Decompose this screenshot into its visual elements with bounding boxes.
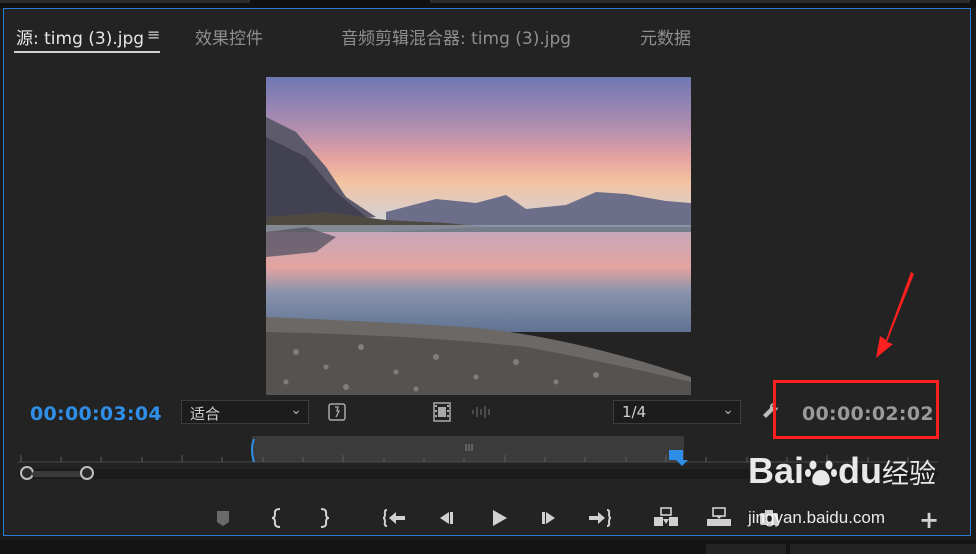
go-to-in-icon[interactable] xyxy=(381,505,407,531)
mark-out-icon[interactable] xyxy=(311,505,337,531)
overwrite-icon[interactable] xyxy=(705,505,731,531)
settings-bracket-icon[interactable] xyxy=(327,402,347,422)
chevron-down-icon: ⌄ xyxy=(290,402,302,418)
baidu-jingyan-watermark: Bai du经验 jingyan.baidu.com xyxy=(748,450,937,527)
step-forward-icon[interactable] xyxy=(537,505,563,531)
add-marker-icon[interactable] xyxy=(210,505,236,531)
watermark-cn: 经验 xyxy=(882,459,937,489)
hamburger-menu-icon[interactable]: ≡ xyxy=(147,25,160,44)
drag-audio-only-icon[interactable] xyxy=(470,404,494,420)
playback-resolution-select[interactable]: 1/4 ⌄ xyxy=(613,400,741,424)
bottom-strip xyxy=(0,540,976,554)
playhead-timecode[interactable]: 00:00:03:04 xyxy=(30,403,162,425)
source-preview-image xyxy=(266,77,691,395)
top-strip xyxy=(0,0,976,8)
zoom-level-value: 适合 xyxy=(190,405,221,423)
tab-effect-controls[interactable]: 效果控件 xyxy=(195,24,263,49)
active-tab-underline xyxy=(14,51,160,53)
add-button-icon[interactable]: + xyxy=(916,506,942,534)
drag-video-only-icon[interactable] xyxy=(432,401,452,423)
zoom-handle-right[interactable] xyxy=(80,466,94,480)
chevron-down-icon: ⌄ xyxy=(722,402,734,418)
zoom-level-select[interactable]: 适合 ⌄ xyxy=(181,400,309,424)
paw-icon xyxy=(805,460,838,486)
red-arrow-annotation xyxy=(876,272,914,358)
watermark-url: jingyan.baidu.com xyxy=(748,508,886,527)
mark-in-icon[interactable] xyxy=(264,505,290,531)
watermark-brand: Bai xyxy=(748,450,805,491)
go-to-out-icon[interactable] xyxy=(587,505,613,531)
red-highlight-box xyxy=(773,380,939,439)
watermark-brand2: du xyxy=(838,450,883,491)
play-icon[interactable] xyxy=(486,505,512,531)
tab-audio-clip-mixer[interactable]: 音频剪辑混合器: timg (3).jpg xyxy=(341,24,571,49)
tab-source[interactable]: 源: timg (3).jpg xyxy=(16,24,144,49)
step-back-icon[interactable] xyxy=(432,505,458,531)
playback-resolution-value: 1/4 xyxy=(622,403,647,421)
tab-metadata[interactable]: 元数据 xyxy=(640,24,691,49)
insert-icon[interactable] xyxy=(652,505,678,531)
